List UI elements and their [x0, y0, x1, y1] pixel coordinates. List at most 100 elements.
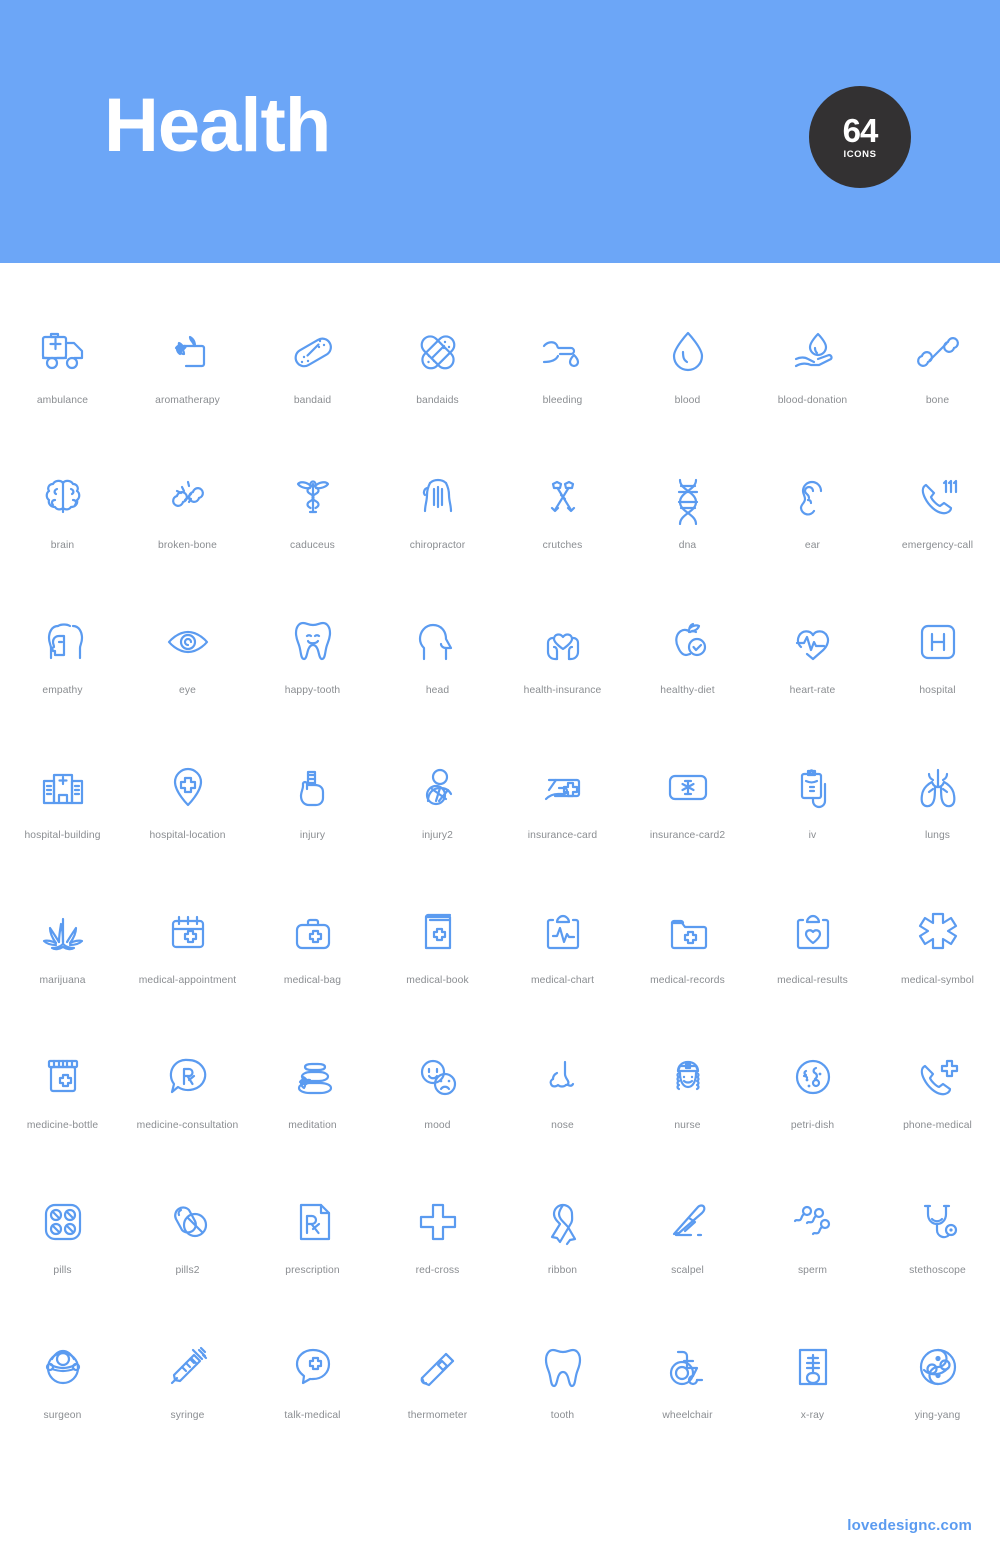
broken-bone-icon[interactable]	[157, 466, 219, 528]
pills-icon[interactable]	[32, 1191, 94, 1253]
icon-cell-insurance-card[interactable]: insurance-card	[500, 756, 625, 901]
healthy-diet-icon[interactable]	[657, 611, 719, 673]
icon-cell-thermometer[interactable]: thermometer	[375, 1336, 500, 1481]
nose-icon[interactable]	[532, 1046, 594, 1108]
eye-icon[interactable]	[157, 611, 219, 673]
insurance-card2-icon[interactable]	[657, 756, 719, 818]
lungs-icon[interactable]	[907, 756, 969, 818]
happy-tooth-icon[interactable]	[282, 611, 344, 673]
icon-cell-emergency-call[interactable]: emergency-call	[875, 466, 1000, 611]
marijuana-icon[interactable]	[32, 901, 94, 963]
icon-cell-eye[interactable]: eye	[125, 611, 250, 756]
icon-cell-healthy-diet[interactable]: healthy-diet	[625, 611, 750, 756]
icon-cell-happy-tooth[interactable]: happy-tooth	[250, 611, 375, 756]
icon-cell-chiropractor[interactable]: chiropractor	[375, 466, 500, 611]
mood-icon[interactable]	[407, 1046, 469, 1108]
icon-cell-empathy[interactable]: empathy	[0, 611, 125, 756]
icon-cell-petri-dish[interactable]: petri-dish	[750, 1046, 875, 1191]
icon-cell-lungs[interactable]: lungs	[875, 756, 1000, 901]
injury-icon[interactable]	[282, 756, 344, 818]
icon-cell-red-cross[interactable]: red-cross	[375, 1191, 500, 1336]
injury2-icon[interactable]	[407, 756, 469, 818]
petri-dish-icon[interactable]	[782, 1046, 844, 1108]
hospital-icon[interactable]	[907, 611, 969, 673]
icon-cell-medical-records[interactable]: medical-records	[625, 901, 750, 1046]
crutches-icon[interactable]	[532, 466, 594, 528]
icon-cell-ear[interactable]: ear	[750, 466, 875, 611]
blood-donation-icon[interactable]	[782, 321, 844, 383]
nurse-icon[interactable]	[657, 1046, 719, 1108]
icon-cell-health-insurance[interactable]: health-insurance	[500, 611, 625, 756]
health-insurance-icon[interactable]	[532, 611, 594, 673]
head-icon[interactable]	[407, 611, 469, 673]
thermometer-icon[interactable]	[407, 1336, 469, 1398]
brain-icon[interactable]	[32, 466, 94, 528]
icon-cell-ribbon[interactable]: ribbon	[500, 1191, 625, 1336]
chiropractor-icon[interactable]	[407, 466, 469, 528]
icon-cell-head[interactable]: head	[375, 611, 500, 756]
dna-icon[interactable]	[657, 466, 719, 528]
wheelchair-icon[interactable]	[657, 1336, 719, 1398]
icon-cell-mood[interactable]: mood	[375, 1046, 500, 1191]
icon-cell-caduceus[interactable]: caduceus	[250, 466, 375, 611]
icon-cell-bandaid[interactable]: bandaid	[250, 321, 375, 466]
icon-cell-hospital[interactable]: hospital	[875, 611, 1000, 756]
prescription-icon[interactable]	[282, 1191, 344, 1253]
icon-cell-sperm[interactable]: sperm	[750, 1191, 875, 1336]
icon-cell-injury[interactable]: injury	[250, 756, 375, 901]
bandaids-icon[interactable]	[407, 321, 469, 383]
icon-cell-medical-book[interactable]: medical-book	[375, 901, 500, 1046]
icon-cell-medical-bag[interactable]: medical-bag	[250, 901, 375, 1046]
scalpel-icon[interactable]	[657, 1191, 719, 1253]
surgeon-icon[interactable]	[32, 1336, 94, 1398]
medical-chart-icon[interactable]	[532, 901, 594, 963]
phone-medical-icon[interactable]	[907, 1046, 969, 1108]
icon-cell-tooth[interactable]: tooth	[500, 1336, 625, 1481]
medical-appointment-icon[interactable]	[157, 901, 219, 963]
icon-cell-pills2[interactable]: pills2	[125, 1191, 250, 1336]
red-cross-icon[interactable]	[407, 1191, 469, 1253]
tooth-icon[interactable]	[532, 1336, 594, 1398]
icon-cell-nose[interactable]: nose	[500, 1046, 625, 1191]
icon-cell-ying-yang[interactable]: ying-yang	[875, 1336, 1000, 1481]
icon-cell-nurse[interactable]: nurse	[625, 1046, 750, 1191]
ribbon-icon[interactable]	[532, 1191, 594, 1253]
icon-cell-wheelchair[interactable]: wheelchair	[625, 1336, 750, 1481]
emergency-call-icon[interactable]	[907, 466, 969, 528]
x-ray-icon[interactable]	[782, 1336, 844, 1398]
medical-results-icon[interactable]	[782, 901, 844, 963]
hospital-location-icon[interactable]	[157, 756, 219, 818]
icon-cell-insurance-card2[interactable]: insurance-card2	[625, 756, 750, 901]
icon-cell-ambulance[interactable]: ambulance	[0, 321, 125, 466]
icon-cell-prescription[interactable]: prescription	[250, 1191, 375, 1336]
medicine-consultation-icon[interactable]	[157, 1046, 219, 1108]
icon-cell-bandaids[interactable]: bandaids	[375, 321, 500, 466]
icon-cell-medical-results[interactable]: medical-results	[750, 901, 875, 1046]
icon-cell-brain[interactable]: brain	[0, 466, 125, 611]
iv-icon[interactable]	[782, 756, 844, 818]
ying-yang-icon[interactable]	[907, 1336, 969, 1398]
syringe-icon[interactable]	[157, 1336, 219, 1398]
bandaid-icon[interactable]	[282, 321, 344, 383]
medical-symbol-icon[interactable]	[907, 901, 969, 963]
icon-cell-medicine-consultation[interactable]: medicine-consultation	[125, 1046, 250, 1191]
icon-cell-heart-rate[interactable]: heart-rate	[750, 611, 875, 756]
medicine-bottle-icon[interactable]	[32, 1046, 94, 1108]
heart-rate-icon[interactable]	[782, 611, 844, 673]
talk-medical-icon[interactable]	[282, 1336, 344, 1398]
pills2-icon[interactable]	[157, 1191, 219, 1253]
insurance-card-icon[interactable]	[532, 756, 594, 818]
sperm-icon[interactable]	[782, 1191, 844, 1253]
icon-cell-talk-medical[interactable]: talk-medical	[250, 1336, 375, 1481]
icon-cell-iv[interactable]: iv	[750, 756, 875, 901]
aromatherapy-icon[interactable]	[157, 321, 219, 383]
icon-cell-phone-medical[interactable]: phone-medical	[875, 1046, 1000, 1191]
meditation-icon[interactable]	[282, 1046, 344, 1108]
icon-cell-pills[interactable]: pills	[0, 1191, 125, 1336]
icon-cell-medical-symbol[interactable]: medical-symbol	[875, 901, 1000, 1046]
icon-cell-medical-appointment[interactable]: medical-appointment	[125, 901, 250, 1046]
hospital-building-icon[interactable]	[32, 756, 94, 818]
icon-cell-medicine-bottle[interactable]: medicine-bottle	[0, 1046, 125, 1191]
icon-cell-hospital-building[interactable]: hospital-building	[0, 756, 125, 901]
bone-icon[interactable]	[907, 321, 969, 383]
